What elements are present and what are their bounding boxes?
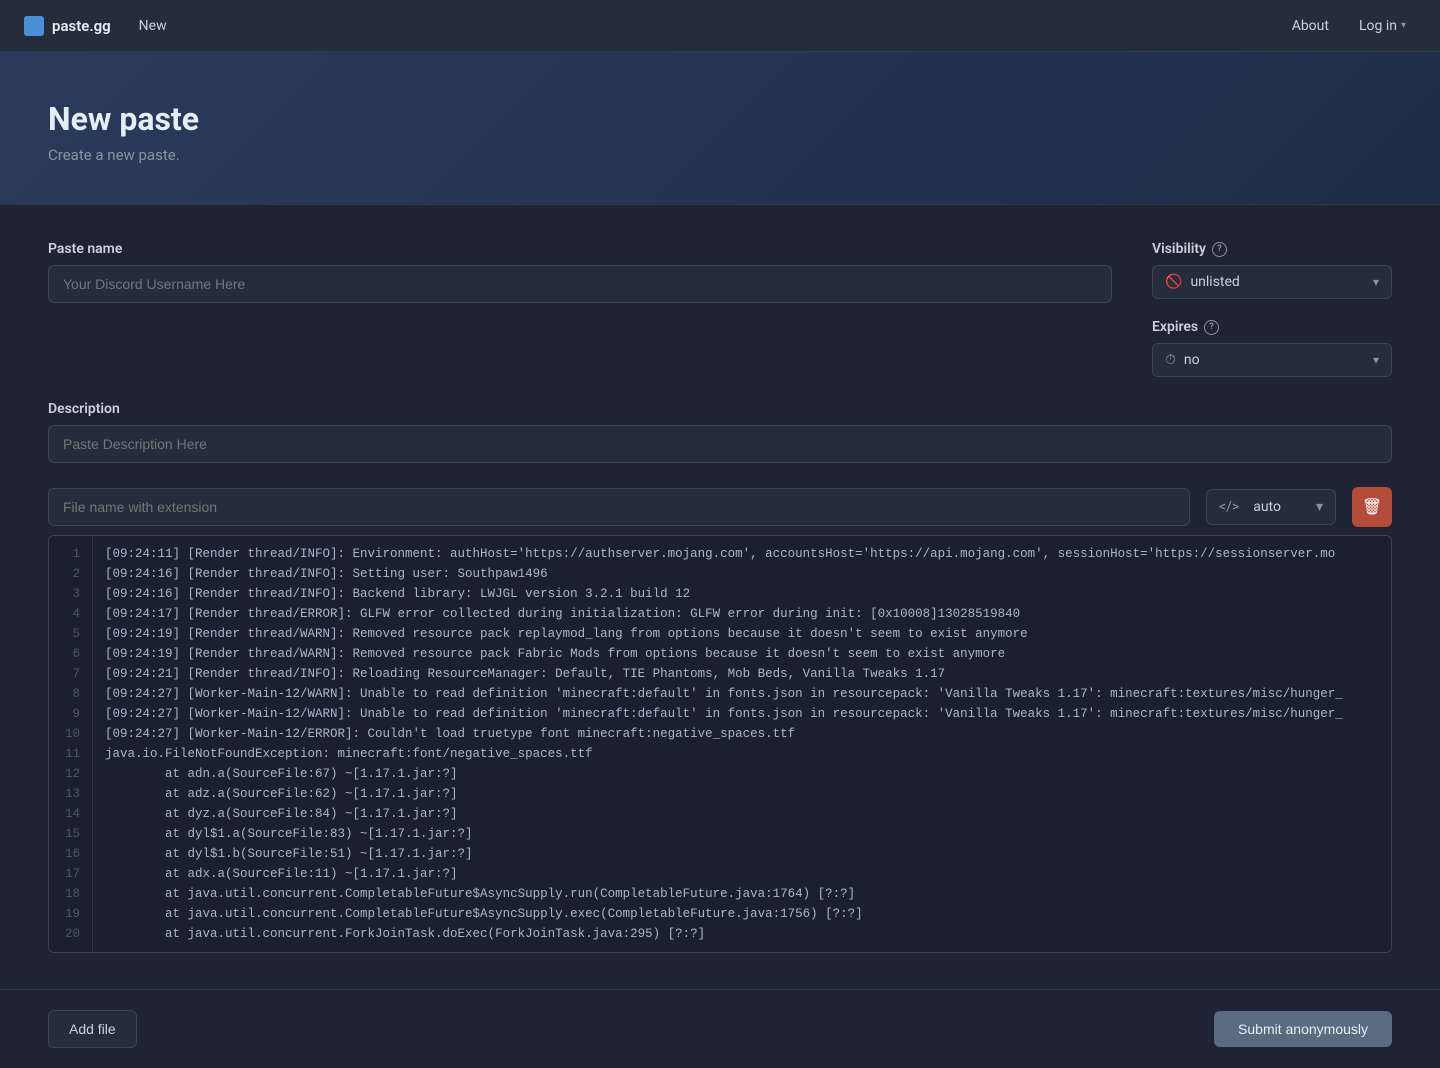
page-title: New paste: [48, 100, 1392, 138]
side-controls: Visibility ? 🚫 unlisted ▾ Expires ? ⏱ no: [1152, 241, 1392, 377]
code-icon: </>: [1219, 499, 1239, 515]
nav-about-link[interactable]: About: [1280, 12, 1341, 40]
description-row: Description: [48, 401, 1392, 463]
code-content[interactable]: [09:24:11] [Render thread/INFO]: Environ…: [93, 536, 1391, 952]
description-group: Description: [48, 401, 1392, 463]
nav-login-button[interactable]: Log in ▾: [1349, 12, 1416, 40]
visibility-group: Visibility ? 🚫 unlisted ▾: [1152, 241, 1392, 299]
visibility-chevron-icon: ▾: [1373, 275, 1379, 289]
visibility-icon: 🚫: [1165, 274, 1182, 290]
expires-value: no: [1184, 352, 1365, 368]
bottom-bar: Add file Submit anonymously: [0, 989, 1440, 1068]
paste-name-row: Paste name Visibility ? 🚫 unlisted ▾ Exp…: [48, 241, 1392, 377]
nav-brand[interactable]: paste.gg: [24, 16, 111, 36]
logo-icon: [24, 16, 44, 36]
paste-name-group: Paste name: [48, 241, 1112, 303]
language-select[interactable]: </> auto ▾: [1206, 489, 1336, 525]
add-file-button[interactable]: Add file: [48, 1010, 137, 1048]
code-editor[interactable]: 1234567891011121314151617181920 [09:24:1…: [48, 535, 1392, 953]
page-header: New paste Create a new paste.: [0, 52, 1440, 205]
description-input[interactable]: [48, 425, 1392, 463]
nav-new-link[interactable]: New: [127, 12, 179, 40]
expires-label: Expires ?: [1152, 319, 1392, 335]
main-content: Paste name Visibility ? 🚫 unlisted ▾ Exp…: [0, 205, 1440, 989]
page-subtitle: Create a new paste.: [48, 146, 1392, 164]
submit-button[interactable]: Submit anonymously: [1214, 1011, 1392, 1047]
file-name-input[interactable]: [48, 488, 1190, 526]
navbar: paste.gg New About Log in ▾: [0, 0, 1440, 52]
expires-group: Expires ? ⏱ no ▾: [1152, 319, 1392, 377]
file-toolbar: </> auto ▾ 🗑: [48, 487, 1392, 527]
expires-icon: ⏱: [1165, 352, 1176, 368]
brand-name: paste.gg: [52, 17, 111, 35]
expires-help-icon[interactable]: ?: [1204, 320, 1219, 335]
expires-select[interactable]: ⏱ no ▾: [1152, 343, 1392, 377]
visibility-label: Visibility ?: [1152, 241, 1392, 257]
description-label: Description: [48, 401, 1392, 417]
delete-file-button[interactable]: 🗑: [1352, 487, 1392, 527]
visibility-value: unlisted: [1190, 274, 1365, 290]
expires-chevron-icon: ▾: [1373, 353, 1379, 367]
paste-name-label: Paste name: [48, 241, 1112, 257]
nav-links: New: [127, 12, 179, 40]
login-label: Log in: [1359, 18, 1397, 34]
visibility-select[interactable]: 🚫 unlisted ▾: [1152, 265, 1392, 299]
language-value: auto: [1253, 499, 1281, 515]
login-chevron-icon: ▾: [1401, 20, 1406, 31]
visibility-help-icon[interactable]: ?: [1212, 242, 1227, 257]
paste-name-input[interactable]: [48, 265, 1112, 303]
line-numbers: 1234567891011121314151617181920: [49, 536, 93, 952]
nav-right: About Log in ▾: [1280, 12, 1416, 40]
language-chevron-icon: ▾: [1316, 499, 1323, 515]
